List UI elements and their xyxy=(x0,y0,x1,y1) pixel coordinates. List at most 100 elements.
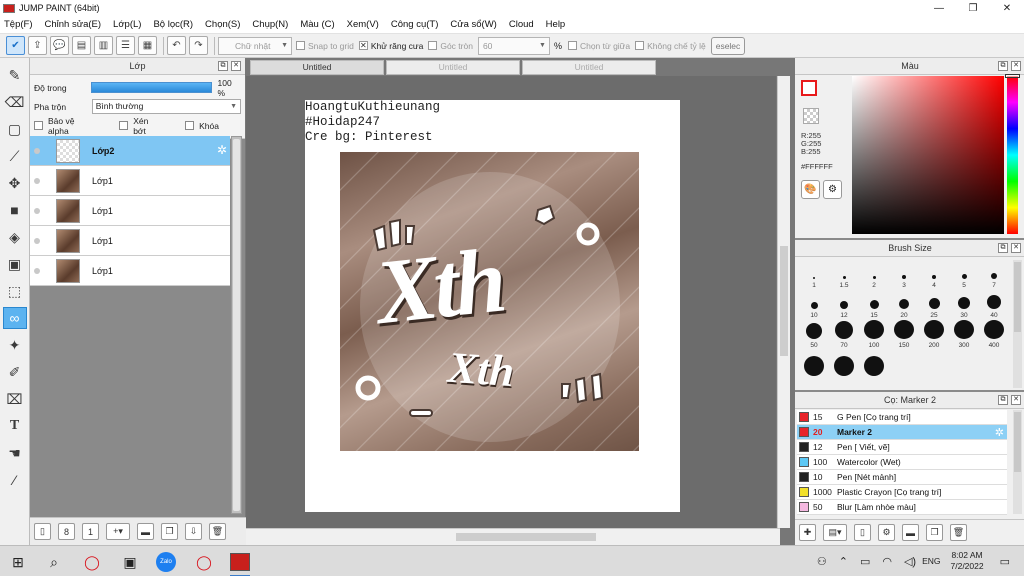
delete-layer-icon[interactable]: 🗑 xyxy=(209,523,226,540)
eyedropper-tool-icon[interactable]: ⁄ xyxy=(3,469,27,491)
opera-icon[interactable]: ◯ xyxy=(80,550,104,574)
round-value-input[interactable]: 60 ▼ xyxy=(477,36,550,55)
pen-item[interactable]: 10 Pen [Nét mảnh] xyxy=(797,470,1007,485)
select-from-center-checkbox[interactable]: Chọn từ giữa xyxy=(567,41,630,51)
brush-scrollbar[interactable] xyxy=(1013,260,1022,388)
language-indicator[interactable]: ENG xyxy=(922,556,940,566)
canvas-view[interactable]: HoangtuKuthieunang #Hoidap247 Cre bg: Pi… xyxy=(246,76,776,528)
palette-icon[interactable]: 🎨 xyxy=(801,180,820,199)
volume-icon[interactable]: ◁) xyxy=(904,555,916,568)
brush-size-option[interactable]: 4 xyxy=(919,260,949,290)
chevron-up-icon[interactable]: ⌃ xyxy=(839,555,848,568)
wifi-icon[interactable]: ◠ xyxy=(882,555,892,568)
menu-tools[interactable]: Công cụ(T) xyxy=(391,19,439,30)
brush-size-option[interactable]: 300 xyxy=(949,320,979,350)
hand-tool-icon[interactable]: ☚ xyxy=(3,442,27,464)
close-button[interactable]: ✕ xyxy=(990,0,1024,16)
delete-pen-icon[interactable]: 🗑 xyxy=(950,524,967,541)
hue-slider-handle[interactable] xyxy=(1005,74,1020,78)
pen-item[interactable]: 1000 Plastic Crayon [Cọ trang trí] xyxy=(797,485,1007,500)
layer-row[interactable]: Lớp1 xyxy=(30,256,230,286)
brush-size-option[interactable]: 12 xyxy=(829,290,859,320)
brush-size-option[interactable] xyxy=(829,350,859,380)
document-tab[interactable]: Untitled xyxy=(386,60,520,75)
new-1bit-layer-icon[interactable]: 1 xyxy=(82,523,99,540)
eraser-tool-icon[interactable]: ⌫ xyxy=(3,91,27,113)
menu-cloud[interactable]: Cloud xyxy=(509,19,534,30)
rectangle-tool-icon[interactable]: ▢ xyxy=(3,118,27,140)
line-tool-icon[interactable]: ⟋ xyxy=(3,145,27,167)
magic-wand-tool-icon[interactable]: ✦ xyxy=(3,334,27,356)
marquee-tool-icon[interactable]: ⬚ xyxy=(3,280,27,302)
redo-icon[interactable]: ↷ xyxy=(189,36,208,55)
brush-size-option[interactable]: 200 xyxy=(919,320,949,350)
copy-pen-icon[interactable]: ▯ xyxy=(854,524,871,541)
settings-pen-icon[interactable]: ⚙ xyxy=(878,524,895,541)
brush-size-option[interactable]: 1 xyxy=(799,260,829,290)
brush-size-option[interactable]: 150 xyxy=(889,320,919,350)
panel-float-icon[interactable]: ⧉ xyxy=(998,61,1008,71)
select-tool-icon[interactable]: ✔ xyxy=(6,36,25,55)
pen-item[interactable]: 15 G Pen [Cọ trang trí] xyxy=(797,410,1007,425)
visibility-icon[interactable] xyxy=(30,177,44,184)
menu-layer[interactable]: Lớp(L) xyxy=(113,19,141,30)
pen-item[interactable]: 100 Watercolor (Wet) xyxy=(797,455,1007,470)
brush-size-option[interactable]: 30 xyxy=(949,290,979,320)
task-view-icon[interactable]: ▣ xyxy=(118,550,142,574)
new-layer-icon[interactable]: ▯ xyxy=(34,523,51,540)
menu-select[interactable]: Chọn(S) xyxy=(205,19,240,30)
blend-mode-select[interactable]: Bình thường ▼ xyxy=(91,99,241,114)
alpha-protect-checkbox[interactable]: Bảo vệ alpha xyxy=(34,116,97,136)
menu-view[interactable]: Xem(V) xyxy=(347,19,379,30)
brush-size-option[interactable]: 40 xyxy=(979,290,1009,320)
panel-float-icon[interactable]: ⧉ xyxy=(998,243,1008,253)
undo-icon[interactable]: ↶ xyxy=(167,36,186,55)
gradient-tool-icon[interactable]: ▣ xyxy=(3,253,27,275)
layer-row[interactable]: Lớp1 xyxy=(30,196,230,226)
bucket-tool-icon[interactable]: ◈ xyxy=(3,226,27,248)
brush-size-option[interactable]: 1.5 xyxy=(829,260,859,290)
ratio-lock-checkbox[interactable]: Không chế tỷ lệ xyxy=(635,41,706,51)
people-icon[interactable]: ⚇ xyxy=(817,555,827,568)
visibility-icon[interactable] xyxy=(30,207,44,214)
gear-icon[interactable]: ✲ xyxy=(995,426,1004,439)
pen-scrollbar[interactable] xyxy=(1013,410,1022,514)
lasso-tool-icon[interactable]: ∞ xyxy=(2,307,27,329)
notification-icon[interactable]: ▭ xyxy=(1000,555,1010,568)
visibility-icon[interactable] xyxy=(30,267,44,274)
windows-start-icon[interactable]: ⊞ xyxy=(6,550,30,574)
menu-edit[interactable]: Chỉnh sửa(E) xyxy=(45,19,102,30)
menu-window[interactable]: Cửa sổ(W) xyxy=(450,19,496,30)
gear-icon[interactable]: ✲ xyxy=(217,143,227,157)
merge-layer-icon[interactable]: ⇩ xyxy=(185,523,202,540)
new-8bit-layer-icon[interactable]: 8 xyxy=(58,523,75,540)
panel-close-icon[interactable]: ✕ xyxy=(1011,61,1021,71)
document-tab[interactable]: Untitled xyxy=(250,60,384,75)
opacity-slider[interactable] xyxy=(90,82,212,93)
layer-row[interactable]: Lớp2 ✲ xyxy=(30,136,230,166)
snap-to-grid-checkbox[interactable]: Snap to grid xyxy=(296,41,354,51)
pen-item[interactable]: 12 Pen [ Viết, vẽ] xyxy=(797,440,1007,455)
round-corner-checkbox[interactable]: Góc tròn xyxy=(428,41,473,51)
antialias-checkbox[interactable]: ✕ Khử răng cưa xyxy=(358,41,423,51)
brush-size-option[interactable]: 100 xyxy=(859,320,889,350)
brush-size-option[interactable]: 20 xyxy=(889,290,919,320)
lock-checkbox[interactable]: Khóa xyxy=(185,121,219,131)
clock[interactable]: 8:02 AM 7/2/2022 xyxy=(951,550,984,572)
pen-item[interactable]: 50 Blur [Làm nhòe màu] xyxy=(797,500,1007,515)
duplicate-pen-icon[interactable]: ❐ xyxy=(926,524,943,541)
brush-size-option[interactable]: 10 xyxy=(799,290,829,320)
clipping-checkbox[interactable]: Xén bớt xyxy=(119,116,163,136)
brush-size-option[interactable]: 25 xyxy=(919,290,949,320)
document-tab[interactable]: Untitled xyxy=(522,60,656,75)
brush-size-option[interactable]: 50 xyxy=(799,320,829,350)
foreground-color-swatch[interactable] xyxy=(801,80,817,96)
brush-size-option[interactable]: 15 xyxy=(859,290,889,320)
add-pen-icon[interactable]: ✚ xyxy=(799,524,816,541)
minimize-button[interactable]: — xyxy=(922,0,956,16)
transparent-color-swatch[interactable] xyxy=(803,108,819,124)
folder-icon[interactable]: ▬ xyxy=(137,523,154,540)
brush-size-option[interactable]: 400 xyxy=(979,320,1009,350)
hue-slider[interactable] xyxy=(1005,74,1020,234)
menu-help[interactable]: Help xyxy=(546,19,566,30)
